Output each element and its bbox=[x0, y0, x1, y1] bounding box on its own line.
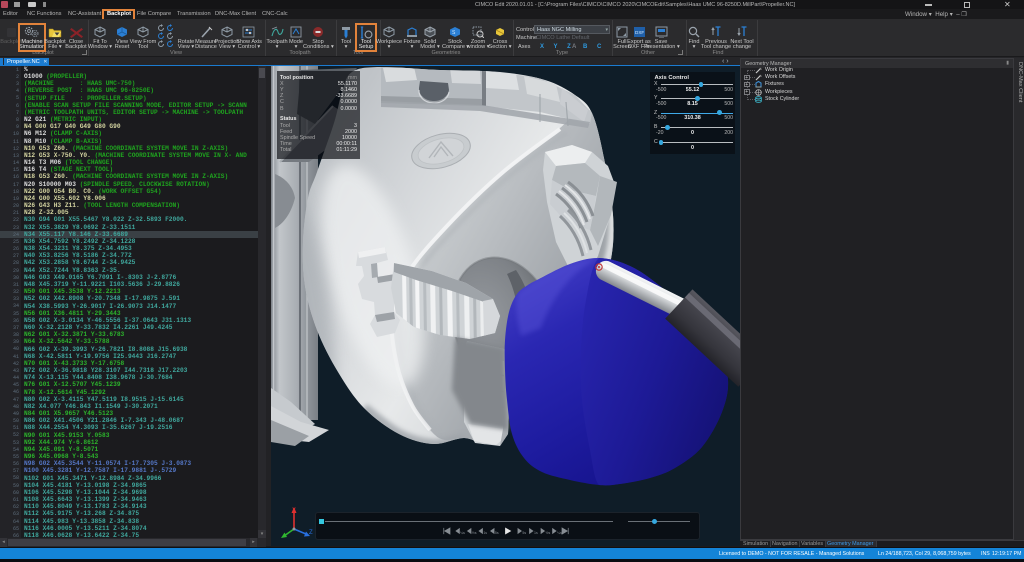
svg-text:Z: Z bbox=[309, 530, 313, 536]
svg-text:1s: 1s bbox=[534, 531, 538, 535]
svg-text:5s: 5s bbox=[495, 531, 499, 535]
svg-text:X: X bbox=[292, 508, 296, 514]
svg-text:1s: 1s bbox=[483, 531, 487, 535]
svg-text:5s: 5s bbox=[522, 531, 526, 535]
svg-text:½s: ½s bbox=[546, 531, 551, 535]
svg-text:¼s: ¼s bbox=[557, 531, 562, 535]
svg-text:DXF: DXF bbox=[635, 30, 644, 35]
svg-text:¼s: ¼s bbox=[460, 531, 465, 535]
svg-text:½s: ½s bbox=[472, 531, 477, 535]
